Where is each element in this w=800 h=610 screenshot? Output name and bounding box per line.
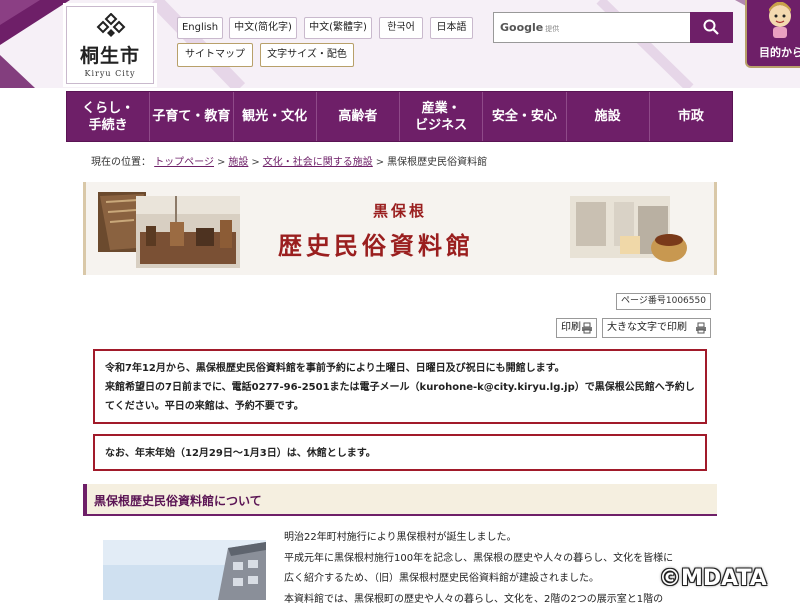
- lang-english-button[interactable]: English: [177, 17, 223, 39]
- lang-chinese-simplified-button[interactable]: 中文(简化字): [229, 17, 297, 39]
- search-input[interactable]: [558, 17, 688, 39]
- museum-building-photo: [103, 540, 266, 600]
- nav-industry-business[interactable]: 産業・ ビジネス: [400, 92, 483, 141]
- breadcrumb-current: 黒保根歴史民俗資料館: [387, 157, 487, 168]
- lang-japanese-button[interactable]: 日本語: [430, 17, 473, 39]
- notice-line: 来館希望日の7日前までに、電話0277-96-2501または電子メール（kuro…: [105, 378, 695, 397]
- search-button[interactable]: [690, 12, 733, 43]
- body-line: 明治22年町村施行により黒保根村が誕生しました。: [284, 528, 704, 549]
- nav-facilities[interactable]: 施設: [567, 92, 650, 141]
- global-nav: くらし・ 手続き 子育て・教育 観光・文化 高齢者 産業・ ビジネス 安全・安心…: [66, 91, 733, 142]
- nav-safety[interactable]: 安全・安心: [483, 92, 566, 141]
- printer-icon: [695, 322, 707, 334]
- find-by-purpose-label: 目的から: [759, 44, 800, 60]
- breadcrumb-link-top[interactable]: トップページ: [154, 157, 214, 168]
- site-header: 桐生市 Kiryu City English 中文(简化字) 中文(繁體字) 한…: [0, 0, 800, 88]
- museum-banner: 黒保根 歴史民俗資料館: [83, 182, 717, 275]
- logo-name: 桐生市: [67, 41, 153, 68]
- breadcrumb-prefix: 現在の位置：: [91, 157, 151, 168]
- banner-subtitle: 黒保根: [373, 200, 427, 221]
- city-emblem-icon: [95, 13, 127, 39]
- site-logo[interactable]: 桐生市 Kiryu City: [66, 6, 154, 84]
- nav-city-government[interactable]: 市政: [650, 92, 732, 141]
- breadcrumb: 現在の位置： トップページ>施設>文化・社会に関する施設>黒保根歴史民俗資料館: [91, 153, 487, 168]
- print-label: 印刷: [561, 322, 581, 333]
- search-icon: [703, 19, 719, 35]
- site-search: Google提供: [493, 12, 733, 43]
- breadcrumb-link-facilities[interactable]: 施設: [228, 157, 248, 168]
- banner-title: 歴史民俗資料館: [278, 226, 474, 261]
- printer-icon: [581, 322, 593, 334]
- body-line: 広く紹介するため、（旧）黒保根村歴史民俗資料館が建設されました。: [284, 569, 704, 590]
- notice-line: てください。平日の来館は、予約不要です。: [105, 397, 695, 416]
- section-heading: 黒保根歴史民俗資料館について: [83, 484, 717, 516]
- copyright-watermark: ©MDATA: [659, 566, 767, 591]
- body-line: 平成元年に黒保根村施行100年を記念し、黒保根の歴史や人々の暮らし、文化を皆様に: [284, 549, 704, 570]
- section-heading-text: 黒保根歴史民俗資料館について: [94, 492, 262, 509]
- find-by-purpose-button[interactable]: 目的から: [745, 0, 800, 68]
- notice-line: 令和7年12月から、黒保根歴史民俗資料館を事前予約により土曜日、日曜日及び祝日に…: [105, 359, 695, 378]
- search-brand: Google提供: [500, 21, 559, 34]
- logo-subtitle: Kiryu City: [67, 69, 153, 78]
- page-number: ページ番号1006550: [616, 293, 711, 310]
- nav-elderly[interactable]: 高齢者: [317, 92, 400, 141]
- mascot-icon: [765, 2, 795, 38]
- breadcrumb-link-culture-facilities[interactable]: 文化・社会に関する施設: [263, 157, 373, 168]
- holiday-notice: なお、年末年始（12月29日～1月3日）は、休館とします。: [93, 434, 707, 471]
- notice-line: なお、年末年始（12月29日～1月3日）は、休館とします。: [105, 444, 695, 463]
- reservation-notice: 令和7年12月から、黒保根歴史民俗資料館を事前予約により土曜日、日曜日及び祝日に…: [93, 349, 707, 424]
- lang-chinese-traditional-button[interactable]: 中文(繁體字): [304, 17, 372, 39]
- nav-childcare-education[interactable]: 子育て・教育: [150, 92, 233, 141]
- large-print-button[interactable]: 大きな文字で印刷: [602, 318, 711, 338]
- lang-korean-button[interactable]: 한국어: [379, 17, 423, 39]
- sitemap-button[interactable]: サイトマップ: [177, 43, 253, 67]
- nav-living[interactable]: くらし・ 手続き: [67, 92, 150, 141]
- font-color-settings-button[interactable]: 文字サイズ・配色: [260, 43, 354, 67]
- section-body: 明治22年町村施行により黒保根村が誕生しました。 平成元年に黒保根村施行100年…: [284, 528, 704, 610]
- nav-tourism-culture[interactable]: 観光・文化: [234, 92, 317, 141]
- print-button[interactable]: 印刷: [556, 318, 597, 338]
- large-print-label: 大きな文字で印刷: [607, 322, 687, 333]
